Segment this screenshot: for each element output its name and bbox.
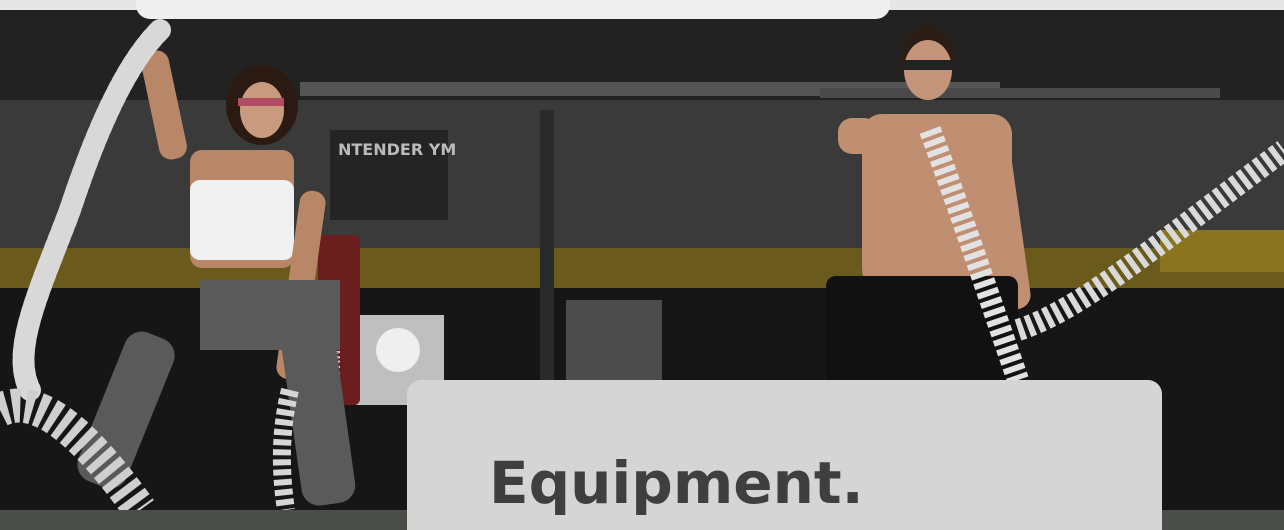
sign-text: NTENDER YM [338,140,456,159]
section-title: Equipment. [489,449,864,517]
top-card [136,0,890,19]
equipment-card: Equipment. [407,380,1162,530]
